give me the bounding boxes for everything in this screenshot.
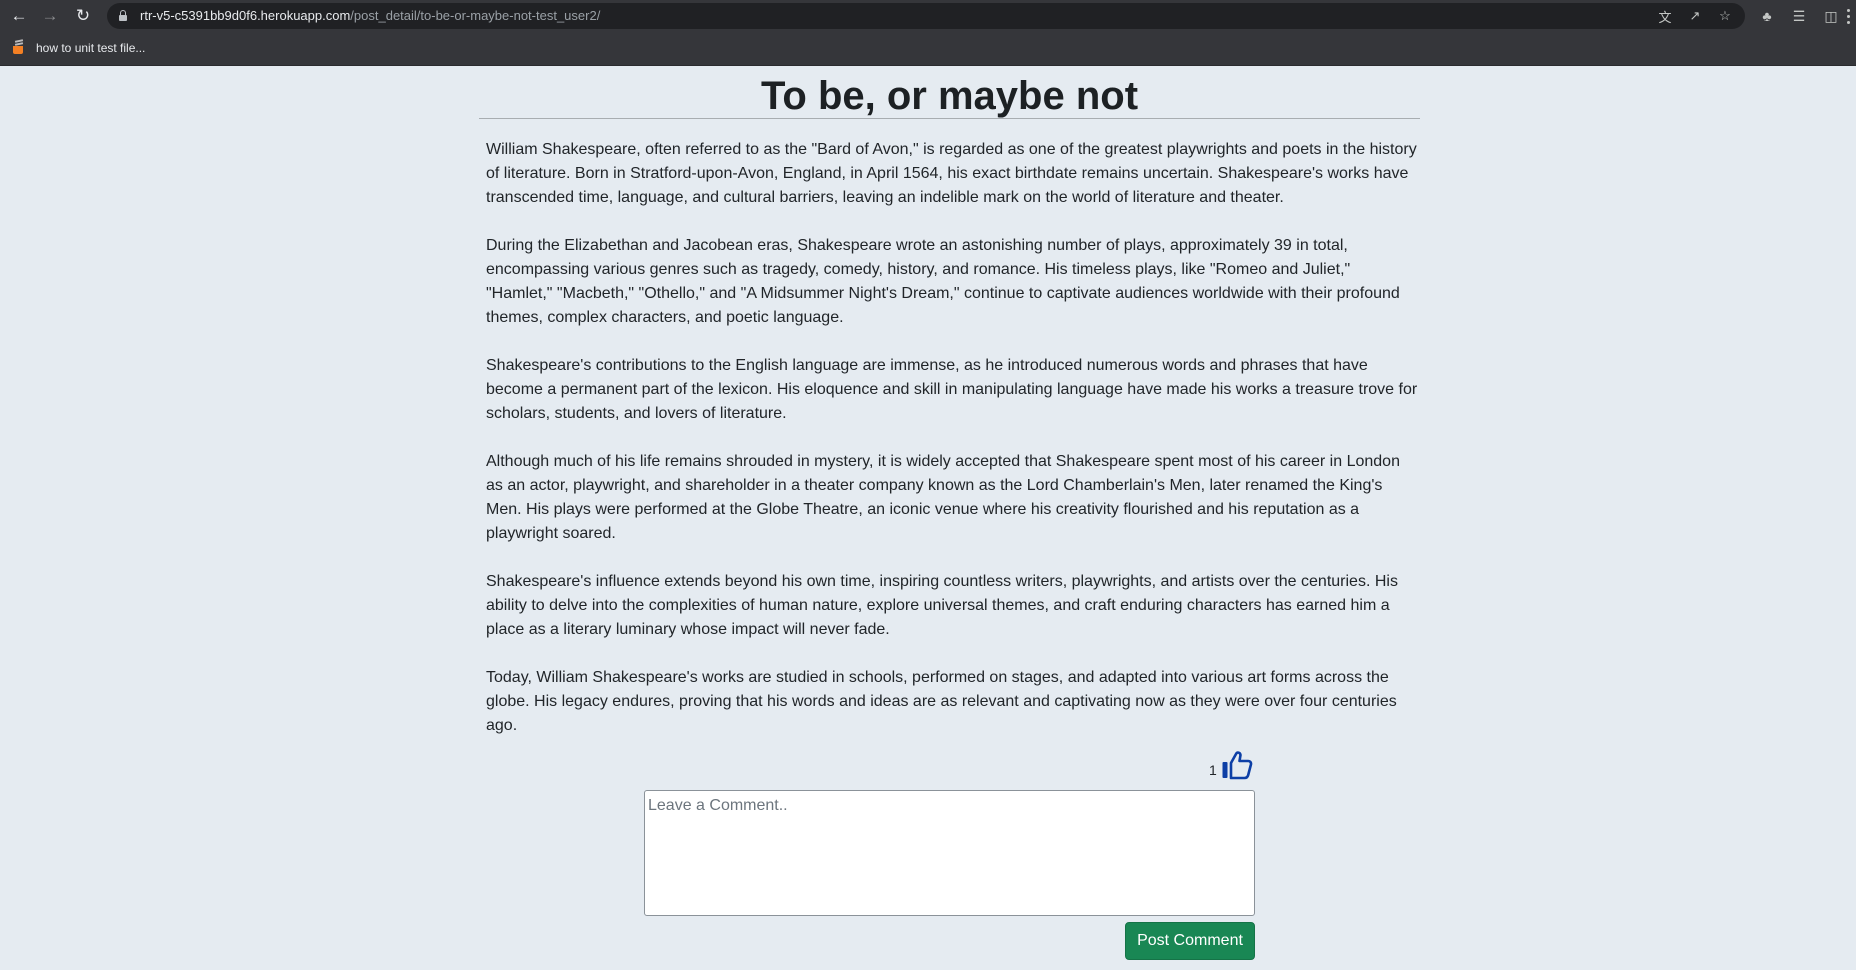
- stackoverflow-favicon-icon: [12, 39, 26, 55]
- post-paragraph: William Shakespeare, often referred to a…: [486, 141, 1417, 206]
- title-divider: [479, 118, 1420, 119]
- back-arrow-icon[interactable]: ←: [6, 4, 32, 28]
- translate-icon[interactable]: 文: [1655, 6, 1675, 26]
- bookmark-label: how to unit test file...: [36, 40, 146, 55]
- url-text: rtr-v5-c5391bb9d0f6.herokuapp.com/post_d…: [140, 8, 601, 23]
- forward-arrow-icon[interactable]: →: [37, 4, 63, 28]
- bookmark-star-icon[interactable]: ☆: [1715, 6, 1735, 26]
- post-title: To be, or maybe not: [760, 74, 1139, 118]
- share-icon[interactable]: ↗: [1685, 6, 1705, 26]
- lock-icon: [119, 10, 127, 21]
- post-container: To be, or maybe not William Shakespeare,…: [479, 66, 1420, 734]
- address-bar[interactable]: rtr-v5-c5391bb9d0f6.herokuapp.com/post_d…: [107, 3, 1745, 29]
- thumbs-up-icon[interactable]: [1221, 750, 1253, 780]
- like-section: 1: [1209, 750, 1253, 780]
- like-count: 1: [1209, 762, 1217, 778]
- post-paragraph: During the Elizabethan and Jacobean eras…: [486, 237, 1400, 326]
- post-comment-button[interactable]: Post Comment: [1125, 922, 1255, 960]
- post-paragraph: Shakespeare's contributions to the Engli…: [486, 357, 1418, 422]
- browser-toolbar: ← → ↻ rtr-v5-c5391bb9d0f6.herokuapp.com/…: [0, 0, 1856, 32]
- post-paragraph: Shakespeare's influence extends beyond h…: [486, 573, 1398, 638]
- menu-kebab-icon[interactable]: [1845, 5, 1851, 27]
- comment-textarea[interactable]: [644, 790, 1255, 916]
- bookmarks-bar: how to unit test file...: [0, 32, 1856, 66]
- extensions-puzzle-icon[interactable]: ♣: [1756, 5, 1778, 27]
- post-content: William Shakespeare, often referred to a…: [486, 138, 1418, 762]
- reading-list-icon[interactable]: ☰: [1788, 5, 1810, 27]
- bookmark-item[interactable]: how to unit test file...: [12, 39, 146, 55]
- post-paragraph: Today, William Shakespeare's works are s…: [486, 669, 1397, 734]
- post-paragraph: Although much of his life remains shroud…: [486, 453, 1400, 542]
- reload-icon[interactable]: ↻: [70, 4, 96, 28]
- side-panel-icon[interactable]: ◫: [1820, 5, 1842, 27]
